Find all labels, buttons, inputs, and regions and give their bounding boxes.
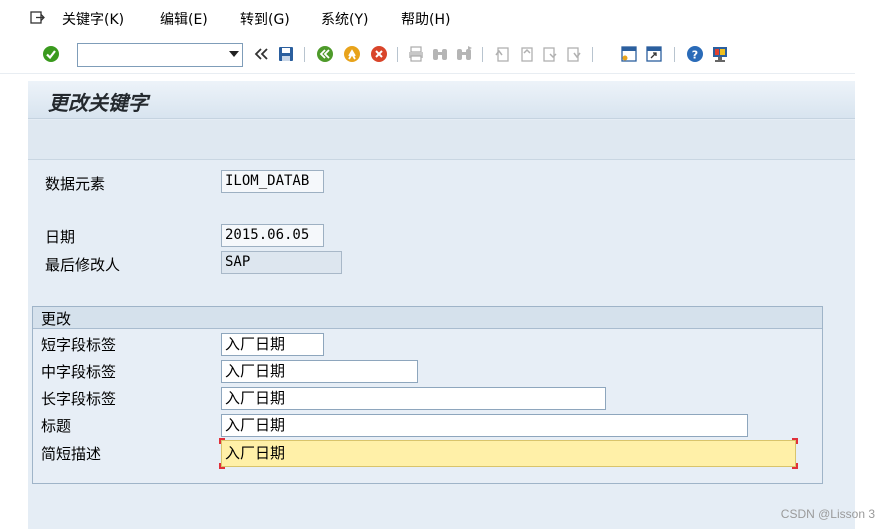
menu-bar: 关键字(K) 编辑(E) 转到(G) 系统(Y) 帮助(H) [0,0,855,36]
long-label-field[interactable]: 入厂日期 [221,387,606,410]
screen-title: 更改关键字 [48,91,148,115]
heading-label: 标题 [41,417,72,435]
save-icon[interactable] [277,45,295,63]
help-icon[interactable]: ? [686,45,704,63]
focus-corner [792,438,798,444]
svg-text:?: ? [692,49,698,62]
medium-label-field[interactable]: 入厂日期 [221,360,418,383]
long-label-label: 长字段标签 [41,390,117,408]
medium-label-label: 中字段标签 [41,363,117,381]
focus-corner [792,463,798,469]
data-element-field[interactable]: ILOM_DATAB [221,170,324,193]
double-left-arrow-icon[interactable] [252,45,270,63]
changes-group: 更改 短字段标签 入厂日期 中字段标签 入厂日期 长字段标签 入厂日期 标题 入… [32,306,823,484]
date-field[interactable]: 2015.06.05 [221,224,324,247]
toolbar-separator [592,47,593,62]
exit-icon[interactable] [343,45,361,63]
print-icon[interactable] [407,45,425,63]
command-field[interactable] [77,43,243,67]
title-bar: 更改关键字 [28,81,855,119]
menu-keyword[interactable]: 关键字(K) [62,9,124,29]
application-toolbar [28,120,855,160]
last-changed-by-field[interactable]: SAP [221,251,342,274]
last-changed-by-label: 最后修改人 [45,256,121,274]
new-session-icon[interactable] [620,45,638,63]
customize-layout-icon[interactable] [711,45,729,63]
first-page-icon[interactable] [493,45,511,63]
short-label-label: 短字段标签 [41,336,117,354]
short-description-field[interactable]: 入厂日期 [221,440,796,467]
previous-page-icon[interactable] [517,45,535,63]
menu-goto[interactable]: 转到(G) [240,9,290,29]
menu-help[interactable]: 帮助(H) [401,9,450,29]
watermark: CSDN @Lisson 3 [780,507,875,521]
next-page-icon[interactable] [541,45,559,63]
cancel-icon[interactable] [370,45,388,63]
focus-corner [219,463,225,469]
focus-corner [219,438,225,444]
back-icon[interactable] [316,45,334,63]
menu-system[interactable]: 系统(Y) [321,9,368,29]
changes-group-header: 更改 [33,307,822,329]
find-icon[interactable] [431,45,449,63]
standard-toolbar: ? [0,36,855,74]
screen-area: 更改关键字 数据元素 ILOM_DATAB 日期 2015.06.05 最后修改… [28,81,855,529]
toolbar-separator [674,47,675,62]
short-label-field[interactable]: 入厂日期 [221,333,324,356]
shortcut-icon[interactable] [645,45,663,63]
short-description-label: 简短描述 [41,445,102,463]
data-element-label: 数据元素 [45,175,106,193]
toolbar-separator [397,47,398,62]
enter-check-icon[interactable] [42,45,60,63]
chevron-down-icon[interactable] [229,51,239,57]
heading-field[interactable]: 入厂日期 [221,414,748,437]
changes-group-title: 更改 [41,310,72,328]
toolbar-separator [304,47,305,62]
menu-edit[interactable]: 编辑(E) [160,9,208,29]
menu-exit-icon[interactable] [30,11,45,24]
toolbar-separator [482,47,483,62]
find-next-icon[interactable] [455,45,473,63]
last-page-icon[interactable] [565,45,583,63]
date-label: 日期 [45,228,76,246]
